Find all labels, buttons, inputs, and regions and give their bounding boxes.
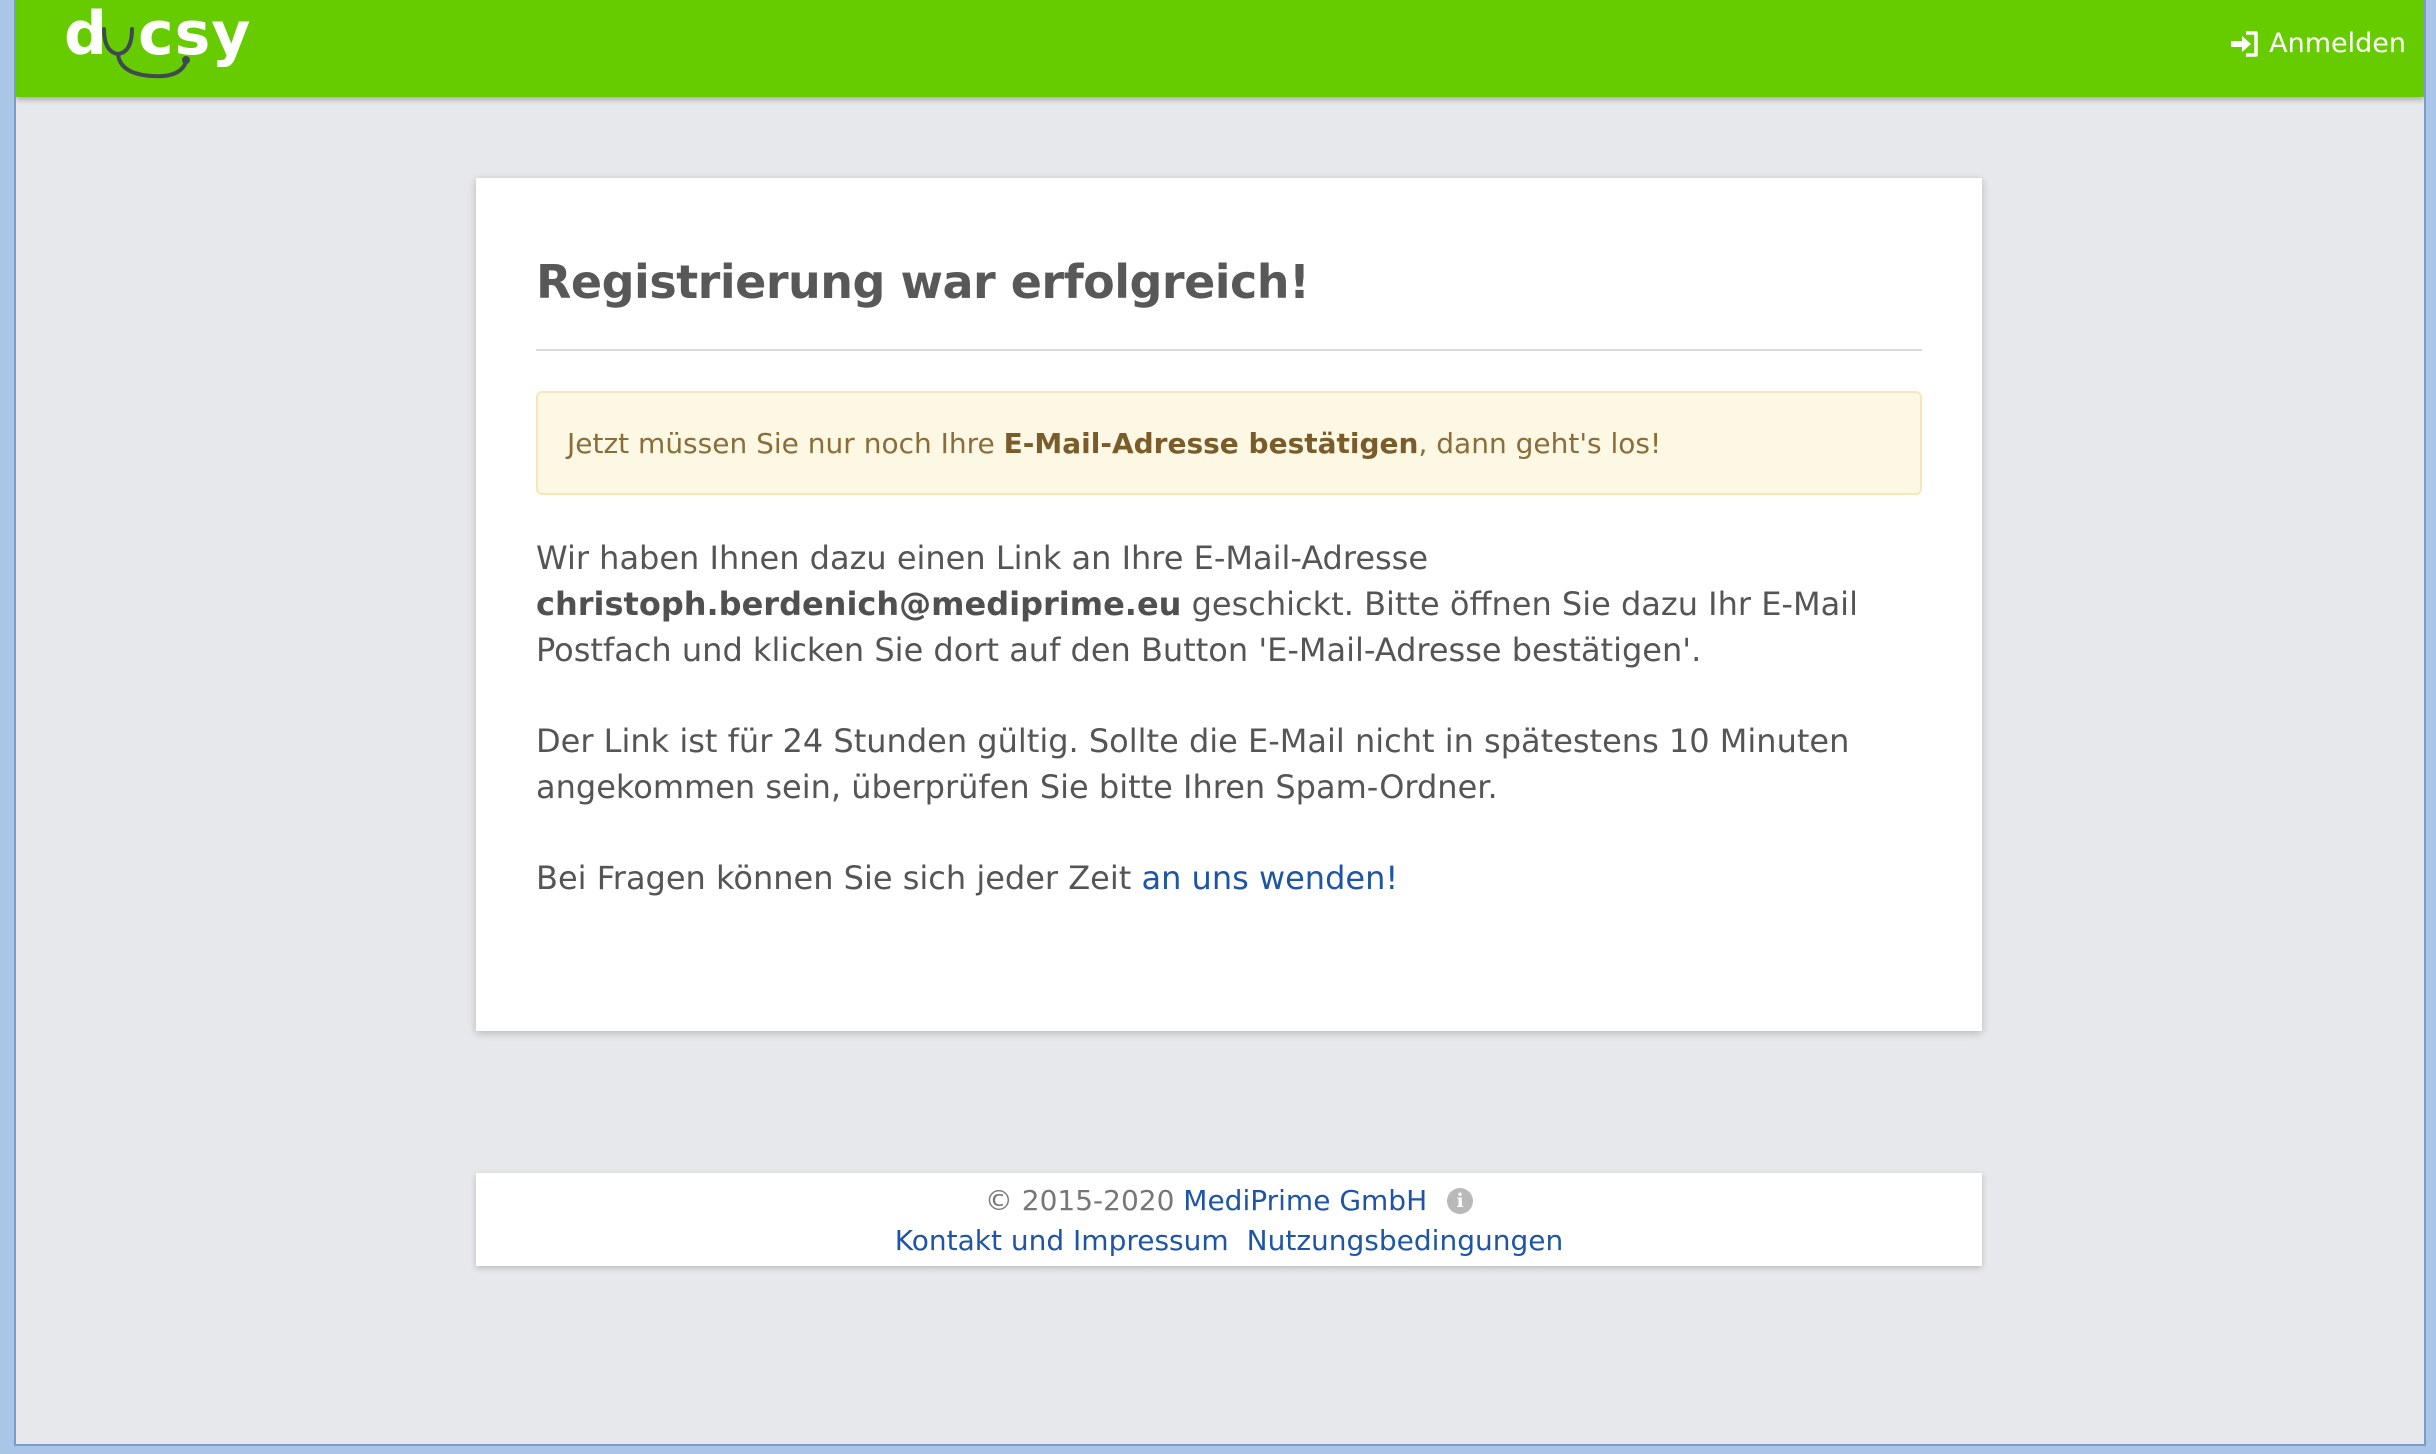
paragraph-email-sent: Wir haben Ihnen dazu einen Link an Ihre … xyxy=(536,535,1922,673)
p3-prefix: Bei Fragen können Sie sich jeder Zeit xyxy=(536,859,1142,897)
paragraph-link-validity: Der Link ist für 24 Stunden gültig. Soll… xyxy=(536,722,1850,806)
login-link[interactable]: Anmelden xyxy=(2229,28,2406,59)
contact-us-link[interactable]: an uns wenden! xyxy=(1141,859,1398,897)
registration-success-card: Registrierung war erfolgreich! Jetzt müs… xyxy=(476,178,1982,1031)
footer-links: Kontakt und Impressum Nutzungsbedingungen xyxy=(476,1221,1982,1261)
alert-text: Jetzt müssen Sie nur noch Ihre E-Mail-Ad… xyxy=(567,427,1661,460)
page-title: Registrierung war erfolgreich! xyxy=(536,255,1310,309)
browser-viewport: d csy Anmelden Registrierung war erfolgr… xyxy=(14,0,2426,1446)
alert-prefix: Jetzt müssen Sie nur noch Ihre xyxy=(567,426,1004,460)
footer: © 2015-2020 MediPrime GmbH i Kontakt und … xyxy=(476,1173,1982,1266)
user-email: christoph.berdenich@mediprime.eu xyxy=(536,585,1182,623)
copyright-text: © 2015-2020 xyxy=(984,1184,1184,1217)
p1-prefix: Wir haben Ihnen dazu einen Link an Ihre … xyxy=(536,539,1429,577)
svg-text:csy: csy xyxy=(138,4,251,69)
svg-text:d: d xyxy=(64,4,108,69)
company-link[interactable]: MediPrime GmbH xyxy=(1183,1184,1427,1217)
footer-copyright-line: © 2015-2020 MediPrime GmbH i xyxy=(476,1181,1982,1221)
terms-link[interactable]: Nutzungsbedingungen xyxy=(1247,1224,1564,1257)
confirm-email-alert: Jetzt müssen Sie nur noch Ihre E-Mail-Ad… xyxy=(536,391,1922,495)
info-icon[interactable]: i xyxy=(1447,1188,1474,1214)
alert-bold: E-Mail-Adresse bestätigen xyxy=(1003,426,1419,460)
login-label: Anmelden xyxy=(2269,28,2406,59)
title-divider xyxy=(536,349,1922,351)
instructions: Wir haben Ihnen dazu einen Link an Ihre … xyxy=(536,535,1922,901)
sign-in-icon xyxy=(2231,30,2258,57)
alert-suffix: , dann geht's los! xyxy=(1418,426,1662,460)
top-navbar: d csy Anmelden xyxy=(16,0,2424,97)
docsy-logo[interactable]: d csy xyxy=(62,4,262,88)
paragraph-contact: Bei Fragen können Sie sich jeder Zeit an… xyxy=(536,855,1922,901)
contact-imprint-link[interactable]: Kontakt und Impressum xyxy=(895,1224,1229,1257)
